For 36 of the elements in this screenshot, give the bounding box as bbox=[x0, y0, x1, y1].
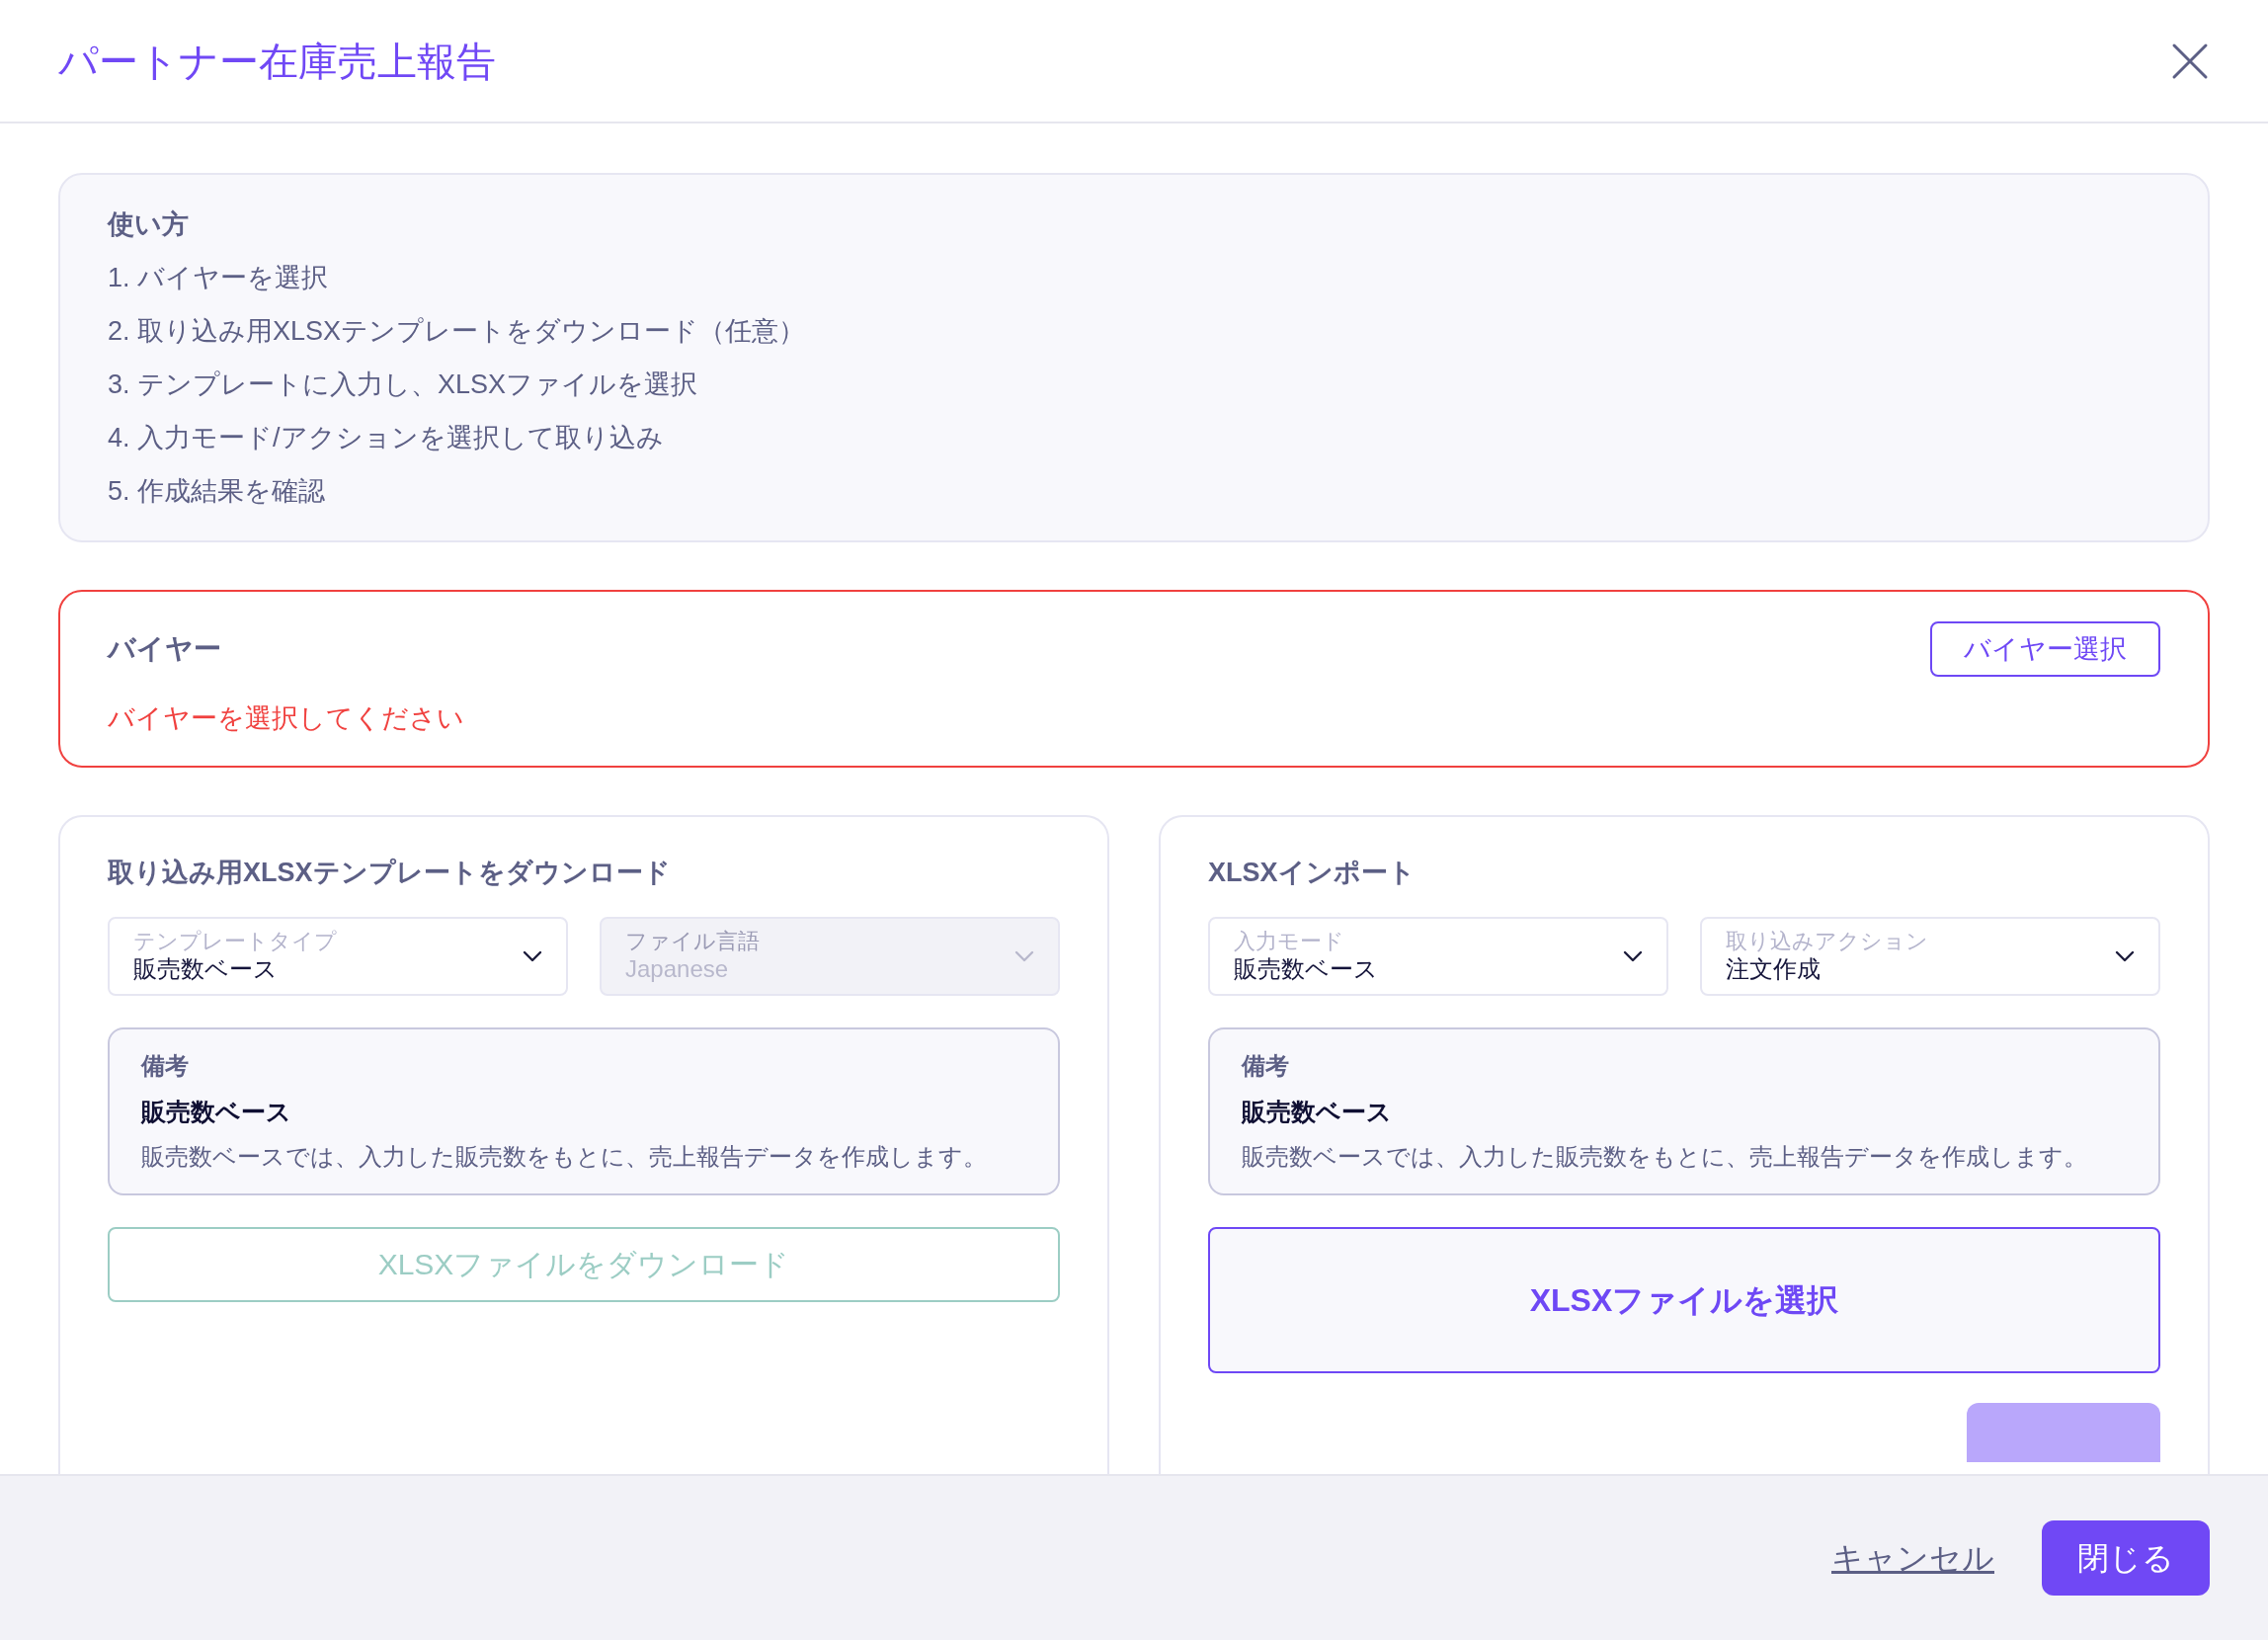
select-label: 入力モード bbox=[1234, 927, 1345, 955]
buyer-error-message: バイヤーを選択してください bbox=[108, 702, 465, 735]
select-buyer-button[interactable]: バイヤー選択 bbox=[1930, 621, 2160, 677]
instruction-step: 4. 入力モード/アクションを選択して取り込み bbox=[108, 420, 2160, 455]
chevron-down-icon bbox=[1014, 949, 1034, 962]
chevron-down-icon bbox=[2115, 949, 2135, 962]
note-text: 販売数ベースでは、入力した販売数をもとに、売上報告データを作成します。 bbox=[141, 1141, 988, 1172]
note-title: 販売数ベース bbox=[141, 1096, 292, 1127]
select-field[interactable]: テンプレートタイプ 販売数ベース bbox=[108, 916, 568, 996]
close-button[interactable]: 閉じる bbox=[2042, 1520, 2210, 1596]
note-text: 販売数ベースでは、入力した販売数をもとに、売上報告データを作成します。 bbox=[1242, 1141, 2088, 1172]
select-value: 販売数ベース bbox=[1234, 954, 1378, 985]
select-value: Japanese bbox=[625, 954, 730, 985]
note-heading: 備考 bbox=[141, 1050, 190, 1081]
note-heading: 備考 bbox=[1242, 1050, 1290, 1081]
select-field[interactable]: 入力モード 販売数ベース bbox=[1208, 916, 1668, 996]
chevron-down-icon bbox=[523, 949, 542, 962]
instructions-heading: 使い方 bbox=[108, 208, 190, 241]
instruction-step: 3. テンプレートに入力し、XLSXファイルを選択 bbox=[108, 367, 2160, 402]
instruction-step: 2. 取り込み用XLSXテンプレートをダウンロード（任意） bbox=[108, 313, 2160, 349]
select-value: 販売数ベース bbox=[133, 954, 279, 985]
dialog-title: パートナー在庫売上報告 bbox=[58, 38, 496, 85]
select-label: テンプレートタイプ bbox=[133, 927, 337, 955]
note-title: 販売数ベース bbox=[1242, 1096, 1393, 1127]
select-label: ファイル言語 bbox=[625, 927, 760, 955]
cancel-link[interactable]: キャンセル bbox=[1831, 1534, 1994, 1582]
instruction-step: 5. 作成結果を確認 bbox=[108, 473, 2160, 509]
select-value: 注文作成 bbox=[1726, 954, 1822, 985]
panel-heading: XLSXインポート bbox=[1208, 857, 1417, 889]
panel-heading: 取り込み用XLSXテンプレートをダウンロード bbox=[108, 858, 671, 887]
instruction-step: 1. バイヤーを選択 bbox=[108, 260, 2160, 295]
buyer-heading: バイヤー bbox=[108, 632, 221, 666]
select-field[interactable]: 取り込みアクション 注文作成 bbox=[1700, 916, 2160, 996]
chevron-down-icon bbox=[1623, 949, 1643, 962]
select-label: 取り込みアクション bbox=[1726, 927, 1928, 955]
file-select-button[interactable]: XLSXファイルを選択 bbox=[1208, 1226, 2160, 1373]
